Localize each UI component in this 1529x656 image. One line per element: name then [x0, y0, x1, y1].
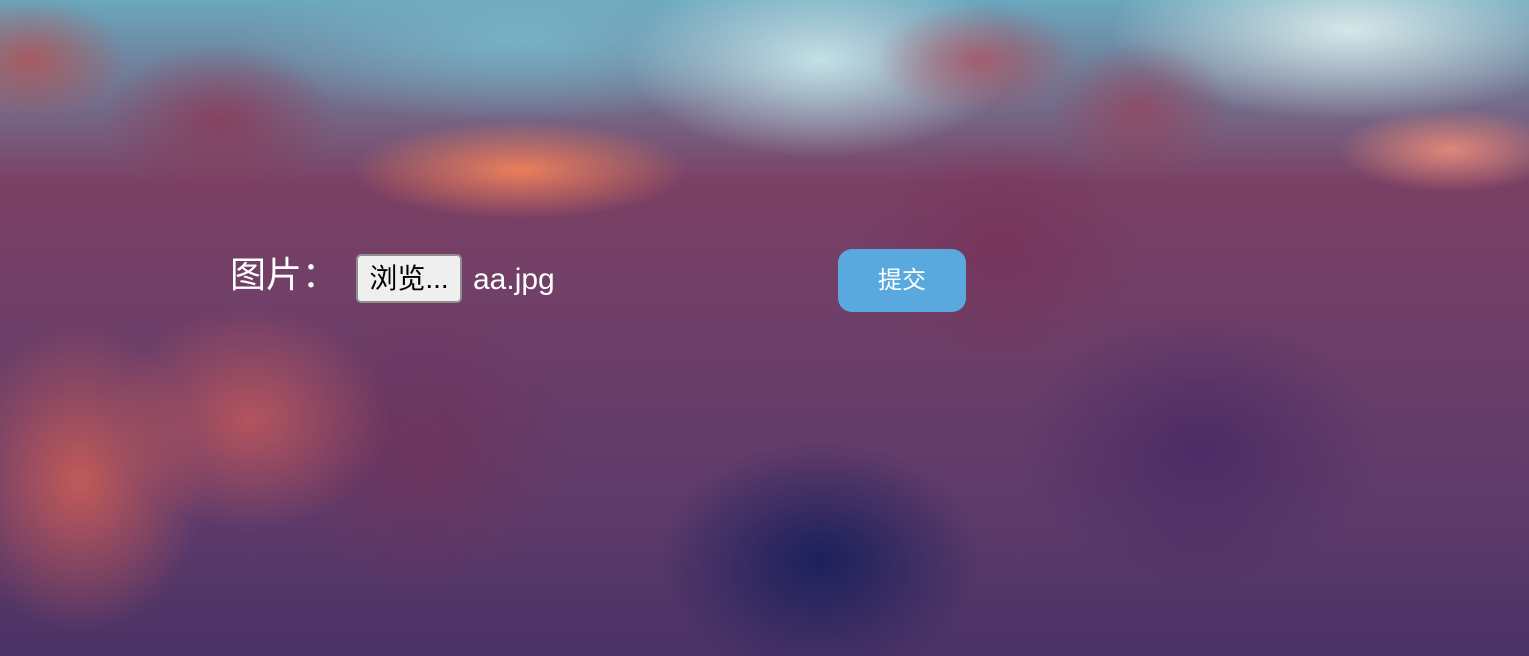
image-field-label: 图片： — [230, 255, 339, 296]
upload-form: 图片： 浏览... aa.jpg 提交 — [0, 0, 1529, 656]
submit-button[interactable]: 提交 — [838, 249, 966, 312]
selected-file-name: aa.jpg — [473, 263, 555, 296]
browse-file-button[interactable]: 浏览... — [356, 254, 462, 303]
